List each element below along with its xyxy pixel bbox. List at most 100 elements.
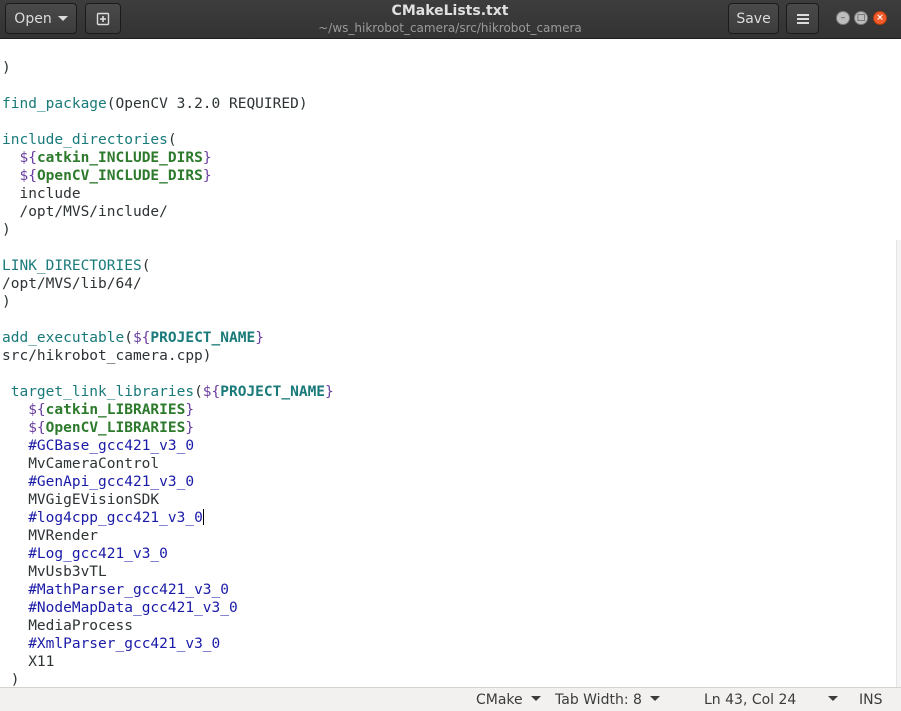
code-line[interactable]: include_directories( <box>2 131 334 149</box>
code-token: /opt/MVS/include/ <box>2 204 168 220</box>
code-token: } <box>202 168 212 184</box>
hamburger-menu-button[interactable] <box>786 3 819 34</box>
window-title: CMakeLists.txt ~/ws_hikrobot_camera/src/… <box>250 2 650 36</box>
code-line[interactable]: MVGigEVisionSDK <box>2 491 334 509</box>
new-document-button[interactable] <box>85 3 121 34</box>
code-line[interactable]: #MathParser_gcc421_v3_0 <box>2 581 334 599</box>
code-token: #GenApi_gcc421_v3_0 <box>28 474 195 490</box>
code-token: } <box>325 384 334 400</box>
code-token: MVRender <box>2 528 99 544</box>
code-line[interactable]: MvCameraControl <box>2 455 334 473</box>
code-token: LINK_DIRECTORIES <box>2 258 142 274</box>
open-button[interactable]: Open <box>5 3 77 34</box>
code-token: #GCBase_gcc421_v3_0 <box>28 438 195 454</box>
chevron-down-icon <box>530 696 541 701</box>
code-line[interactable] <box>2 365 334 383</box>
code-token: ) <box>2 222 11 238</box>
code-line[interactable]: ${OpenCV_INCLUDE_DIRS} <box>2 167 334 185</box>
code-line[interactable] <box>2 113 334 131</box>
code-line[interactable]: MediaProcess <box>2 617 334 635</box>
code-token: find_package <box>2 96 107 112</box>
insert-mode-indicator[interactable]: INS <box>859 691 883 709</box>
tab-width-label: Tab Width: 8 <box>555 692 642 708</box>
code-view[interactable]: ) find_package(OpenCV 3.2.0 REQUIRED) incl… <box>2 59 334 687</box>
code-line[interactable]: ${OpenCV_LIBRARIES} <box>2 419 334 437</box>
save-button[interactable]: Save <box>728 3 779 34</box>
code-token: ) <box>2 672 20 687</box>
cursor-position-selector[interactable]: Ln 43, Col 24 <box>704 691 839 709</box>
code-line[interactable]: #GCBase_gcc421_v3_0 <box>2 437 334 455</box>
code-token: add_executable <box>2 330 125 346</box>
status-bar: CMake Tab Width: 8 Ln 43, Col 24 INS <box>0 687 901 711</box>
code-token: #Log_gcc421_v3_0 <box>28 546 168 562</box>
cursor-position-label: Ln 43, Col 24 <box>704 692 797 708</box>
language-selector[interactable]: CMake <box>476 691 541 709</box>
maximize-icon[interactable]: □ <box>854 11 868 25</box>
close-icon[interactable]: × <box>873 11 887 25</box>
code-token: ${ <box>19 150 37 166</box>
minimize-icon[interactable]: – <box>836 11 850 25</box>
file-name-title: CMakeLists.txt <box>391 3 509 19</box>
code-line[interactable]: LINK_DIRECTORIES( <box>2 257 334 275</box>
code-line[interactable]: X11 <box>2 653 334 671</box>
file-path-subtitle: ~/ws_hikrobot_camera/src/hikrobot_camera <box>318 21 582 35</box>
code-token: ( <box>167 132 177 148</box>
code-line[interactable]: target_link_libraries(${PROJECT_NAME} <box>2 383 334 401</box>
code-line[interactable]: MVRender <box>2 527 334 545</box>
code-token: include <box>2 186 81 202</box>
code-line[interactable]: ) <box>2 221 334 239</box>
code-line[interactable]: MvUsb3vTL <box>2 563 334 581</box>
code-line[interactable] <box>2 311 334 329</box>
code-line[interactable]: ) <box>2 671 334 687</box>
code-token: } <box>202 150 212 166</box>
code-line[interactable]: #log4cpp_gcc421_v3_0 <box>2 509 334 527</box>
code-line[interactable]: /opt/MVS/include/ <box>2 203 334 221</box>
code-token: ${ <box>132 330 151 346</box>
code-line[interactable]: include <box>2 185 334 203</box>
code-line[interactable]: add_executable(${PROJECT_NAME} <box>2 329 334 347</box>
code-token: OpenCV_INCLUDE_DIRS <box>36 168 203 184</box>
code-line[interactable]: ) <box>2 293 334 311</box>
code-token: include_directories <box>2 132 168 148</box>
code-line[interactable]: #Log_gcc421_v3_0 <box>2 545 334 563</box>
text-editor-area[interactable]: ) find_package(OpenCV 3.2.0 REQUIRED) incl… <box>0 40 901 687</box>
code-line[interactable]: #NodeMapData_gcc421_v3_0 <box>2 599 334 617</box>
chevron-down-icon <box>649 696 660 701</box>
code-token: src/hikrobot_camera.cpp) <box>2 348 212 364</box>
code-token: MVGigEVisionSDK <box>2 492 160 508</box>
code-token: #log4cpp_gcc421_v3_0 <box>28 510 203 526</box>
code-line[interactable]: #XmlParser_gcc421_v3_0 <box>2 635 334 653</box>
code-token: #NodeMapData_gcc421_v3_0 <box>28 600 238 616</box>
language-label: CMake <box>476 692 523 708</box>
code-line[interactable]: ${catkin_LIBRARIES} <box>2 401 334 419</box>
code-line[interactable]: find_package(OpenCV 3.2.0 REQUIRED) <box>2 95 334 113</box>
code-token: } <box>255 330 264 346</box>
tab-width-selector[interactable]: Tab Width: 8 <box>555 691 660 709</box>
code-line[interactable]: src/hikrobot_camera.cpp) <box>2 347 334 365</box>
code-token: } <box>185 420 195 436</box>
code-token: PROJECT_NAME <box>220 384 326 400</box>
gedit-window: Open CMakeLists.txt ~/ws_hikrobot_camera… <box>0 0 901 711</box>
code-line[interactable]: /opt/MVS/lib/64/ <box>2 275 334 293</box>
code-token: ( <box>124 330 133 346</box>
code-token: PROJECT_NAME <box>150 330 256 346</box>
code-token: ${ <box>19 168 37 184</box>
code-token: X11 <box>2 654 55 670</box>
code-line[interactable]: ${catkin_INCLUDE_DIRS} <box>2 149 334 167</box>
code-token: ${ <box>202 384 221 400</box>
code-line[interactable] <box>2 239 334 257</box>
code-line[interactable]: ) <box>2 59 334 77</box>
scrollbar[interactable] <box>896 240 901 687</box>
code-line[interactable] <box>2 77 334 95</box>
code-line[interactable]: #GenApi_gcc421_v3_0 <box>2 473 334 491</box>
code-token: target_link_libraries <box>10 384 195 400</box>
